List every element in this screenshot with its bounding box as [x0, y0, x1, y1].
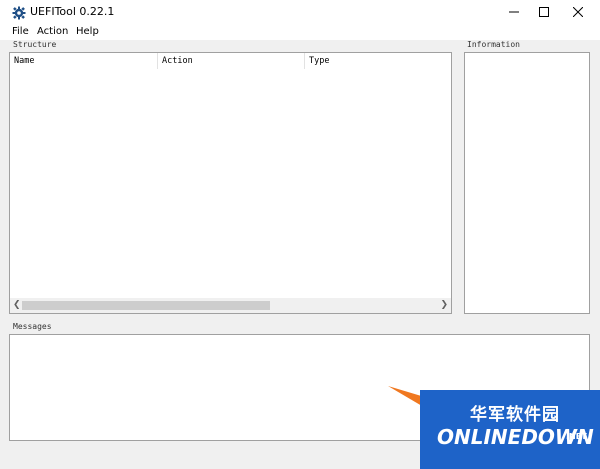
structure-tree[interactable]: Name Action Type ❮ ❯ — [9, 52, 452, 314]
column-header-action[interactable]: Action — [158, 53, 305, 69]
column-header-type[interactable]: Type — [305, 53, 451, 69]
maximize-icon — [539, 7, 549, 17]
close-button[interactable] — [561, 0, 595, 24]
scroll-right-icon[interactable]: ❯ — [440, 300, 448, 311]
minimize-button[interactable] — [497, 0, 531, 24]
messages-label: Messages — [13, 322, 52, 331]
scrollbar-thumb[interactable] — [22, 301, 270, 310]
watermark-chinese-text: 华军软件园 — [470, 405, 560, 425]
gear-icon — [12, 5, 26, 20]
title-bar[interactable]: UEFITool 0.22.1 — [0, 0, 600, 24]
close-icon — [573, 7, 583, 17]
watermark-net-text: .NET — [566, 432, 587, 441]
maximize-button[interactable] — [527, 0, 561, 24]
information-panel[interactable] — [464, 52, 590, 314]
menu-action[interactable]: Action — [37, 25, 68, 39]
information-label: Information — [467, 40, 520, 49]
horizontal-scrollbar[interactable]: ❮ ❯ — [10, 298, 451, 313]
column-header-name[interactable]: Name — [10, 53, 158, 69]
menu-bar: File Action Help — [0, 24, 600, 40]
window-title: UEFITool 0.22.1 — [30, 5, 115, 18]
minimize-icon — [509, 11, 519, 13]
menu-file[interactable]: File — [12, 25, 29, 39]
menu-help[interactable]: Help — [76, 25, 99, 39]
structure-label: Structure — [13, 40, 57, 49]
scroll-left-icon[interactable]: ❮ — [13, 300, 21, 311]
